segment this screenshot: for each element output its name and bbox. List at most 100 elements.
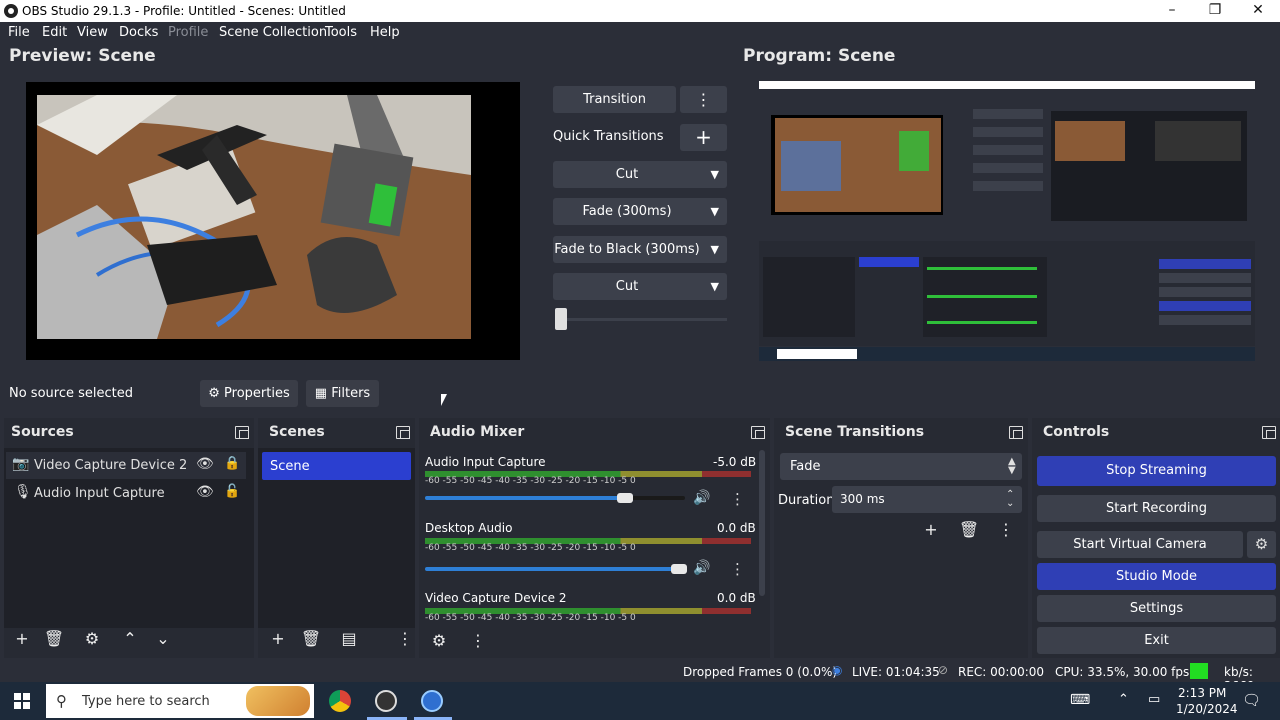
speaker-icon[interactable]: 🔊 — [693, 560, 710, 576]
volume-slider-handle[interactable] — [671, 564, 687, 574]
menu-help[interactable]: Help — [370, 25, 400, 40]
quick-transitions-label: Quick Transitions — [553, 129, 664, 144]
battery-icon[interactable]: ▭ — [1148, 692, 1160, 707]
transition-select[interactable]: Fade ▲ ▼ — [780, 453, 1022, 480]
audio-mixer-title: Audio Mixer — [430, 424, 525, 440]
tbar-handle[interactable] — [555, 308, 567, 330]
eye-icon[interactable]: 👁 — [196, 484, 214, 500]
meter-ticks: -60 -55 -50 -45 -40 -35 -30 -25 -20 -15 … — [425, 543, 636, 553]
duration-spinbox[interactable]: 300 ms ⌃ ⌄ — [832, 486, 1022, 513]
no-source-label: No source selected — [9, 386, 133, 401]
filters-button[interactable]: ▦ Filters — [306, 380, 379, 407]
taskbar-time[interactable]: 2:13 PM — [1178, 686, 1226, 700]
volume-slider-handle[interactable] — [617, 493, 633, 503]
scene-item[interactable]: Scene — [262, 452, 411, 480]
chevron-down-icon: ▼ — [710, 280, 719, 293]
transition-properties-icon[interactable]: ⋮ — [992, 518, 1020, 542]
float-dock-icon[interactable] — [396, 426, 410, 439]
keyboard-icon[interactable]: ⌨ — [1070, 692, 1090, 708]
virtual-camera-settings-icon[interactable]: ⚙ — [1247, 531, 1276, 558]
window-title-bar: OBS Studio 29.1.3 - Profile: Untitled - … — [0, 0, 1280, 22]
close-icon[interactable]: ✕ — [1236, 0, 1280, 22]
start-virtual-camera-button[interactable]: Start Virtual Camera — [1037, 531, 1243, 558]
app-taskbar-icon[interactable] — [421, 690, 443, 712]
taskbar-date[interactable]: 1/20/2024 — [1176, 702, 1238, 716]
chrome-icon[interactable] — [329, 690, 351, 712]
scene-transitions-dock: Scene Transitions Fade ▲ ▼ Duration 300 m… — [774, 418, 1028, 658]
lock-icon[interactable]: 🔒 — [224, 456, 240, 471]
menu-edit[interactable]: Edit — [42, 25, 67, 40]
audio-mixer-dock: Audio Mixer Audio Input Capture -5.0 dB … — [419, 418, 770, 658]
taskbar-search-box[interactable]: ⚲ Type here to search — [46, 684, 314, 718]
float-dock-icon[interactable] — [1009, 426, 1023, 439]
minimize-icon[interactable]: – — [1150, 0, 1194, 22]
quick-transition-cut-1[interactable]: Cut ▼ — [553, 161, 727, 188]
studio-mode-button[interactable]: Studio Mode — [1037, 563, 1276, 590]
add-quick-transition-icon[interactable]: + — [680, 124, 727, 151]
settings-button[interactable]: Settings — [1037, 595, 1276, 622]
source-item[interactable]: 📷 Video Capture Device 2 👁 🔒 — [6, 452, 246, 479]
menu-tools[interactable]: Tools — [325, 25, 357, 40]
menu-file[interactable]: File — [8, 25, 30, 40]
chevron-up-icon[interactable]: ⌃ — [1118, 692, 1129, 707]
stop-streaming-button[interactable]: Stop Streaming — [1037, 456, 1276, 486]
remove-source-icon[interactable]: 🗑 — [40, 627, 68, 651]
remove-transition-icon[interactable]: 🗑 — [955, 518, 983, 542]
channel-menu-icon[interactable]: ⋮ — [730, 490, 745, 508]
scenes-title: Scenes — [269, 424, 325, 440]
volume-slider[interactable] — [425, 496, 625, 500]
quick-transition-cut-2[interactable]: Cut ▼ — [553, 273, 727, 300]
properties-button[interactable]: ⚙ Properties — [200, 380, 298, 407]
float-dock-icon[interactable] — [1262, 426, 1276, 439]
volume-slider[interactable] — [425, 567, 685, 571]
eye-icon[interactable]: 👁 — [196, 456, 214, 472]
obs-taskbar-icon[interactable] — [375, 690, 397, 712]
move-down-icon[interactable]: ⌄ — [149, 627, 177, 651]
program-canvas — [759, 81, 1255, 361]
windows-start-icon[interactable] — [14, 693, 30, 709]
add-source-icon[interactable]: + — [8, 627, 36, 651]
transition-button[interactable]: Transition — [553, 86, 676, 113]
quick-transition-fade-black[interactable]: Fade to Black (300ms) ▼ — [553, 236, 727, 263]
start-recording-button[interactable]: Start Recording — [1037, 495, 1276, 522]
preview-video-frame — [37, 95, 471, 339]
connection-status-icon — [1190, 663, 1208, 679]
channel-menu-icon[interactable]: ⋮ — [730, 560, 745, 578]
float-dock-icon[interactable] — [235, 426, 249, 439]
quick-transition-fade[interactable]: Fade (300ms) ▼ — [553, 198, 727, 225]
updown-icon: ▲ ▼ — [1008, 456, 1016, 476]
menu-docks[interactable]: Docks — [119, 25, 158, 40]
menu-view[interactable]: View — [77, 25, 108, 40]
speaker-icon[interactable]: 🔊 — [693, 490, 710, 506]
restore-icon[interactable]: ❐ — [1193, 0, 1237, 22]
live-icon: ◉ — [832, 663, 843, 677]
move-up-icon[interactable]: ⌃ — [116, 627, 144, 651]
channel-db: 0.0 dB — [717, 521, 756, 535]
exit-button[interactable]: Exit — [1037, 627, 1276, 654]
mixer-scrollbar[interactable] — [759, 450, 765, 596]
source-settings-icon[interactable]: ⚙ — [78, 627, 106, 651]
scene-filters-icon[interactable]: ▤ — [335, 627, 363, 651]
remove-scene-icon[interactable]: 🗑 — [297, 627, 325, 651]
sources-list: 📷 Video Capture Device 2 👁 🔒 🎙 Audio Inp… — [4, 448, 254, 628]
add-transition-icon[interactable]: + — [917, 518, 945, 542]
unlock-icon[interactable]: 🔓 — [224, 484, 240, 499]
source-item[interactable]: 🎙 Audio Input Capture 👁 🔓 — [6, 480, 246, 507]
channel-db: -5.0 dB — [713, 455, 757, 469]
menu-profile[interactable]: Profile — [168, 25, 208, 40]
preview-title: Preview: Scene — [9, 46, 156, 66]
mixer-menu-icon[interactable]: ⋮ — [464, 629, 492, 653]
transition-menu-icon[interactable]: ⋮ — [680, 86, 727, 113]
channel-db: 0.0 dB — [717, 591, 756, 605]
mouse-cursor-icon — [441, 394, 447, 406]
menu-scene-collection[interactable]: Scene Collection — [219, 25, 327, 40]
channel-name: Desktop Audio — [425, 521, 513, 535]
advanced-audio-icon[interactable]: ⚙ — [425, 629, 453, 653]
scene-menu-icon[interactable]: ⋮ — [391, 627, 419, 651]
float-dock-icon[interactable] — [751, 426, 765, 439]
tbar-track[interactable] — [556, 318, 727, 321]
notification-icon[interactable]: 🗨 — [1242, 691, 1261, 709]
search-highlight-icon — [246, 686, 310, 716]
add-scene-icon[interactable]: + — [264, 627, 292, 651]
dropped-frames: Dropped Frames 0 (0.0%) — [683, 665, 838, 679]
